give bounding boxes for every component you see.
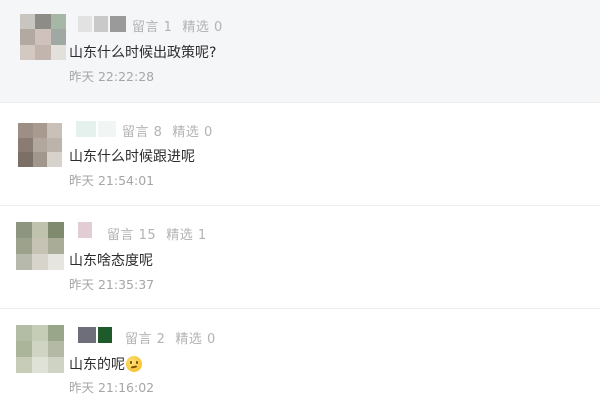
comment-item: 留言 1 精选 0 山东什么时候出政策呢? 昨天 22:22:28: [0, 0, 600, 102]
avatar[interactable]: [20, 14, 66, 60]
nickname-redacted: [78, 16, 126, 32]
comment-stats: 留言 2 精选 0: [125, 328, 216, 347]
comment-text: 山东的呢: [69, 354, 142, 374]
featured-count: 精选 1: [166, 228, 207, 243]
featured-count: 精选 0: [172, 125, 213, 140]
comment-text: 山东啥态度呢: [69, 253, 153, 269]
comment-stats: 留言 8 精选 0: [122, 121, 213, 140]
nickname-redacted: [78, 222, 92, 238]
avatar[interactable]: [18, 123, 62, 167]
comment-stats: 留言 15 精选 1: [107, 224, 207, 243]
comment-item: 留言 2 精选 0 山东的呢 昨天 21:16:02: [0, 308, 600, 407]
comment-time: 昨天 21:16:02: [69, 380, 155, 395]
avatar[interactable]: [16, 325, 64, 373]
message-count: 留言 2: [125, 332, 166, 347]
message-count: 留言 8: [122, 125, 163, 140]
comment-stats: 留言 1 精选 0: [132, 16, 223, 35]
comment-item: 留言 8 精选 0 山东什么时候跟进呢 昨天 21:54:01: [0, 102, 600, 205]
comment-text-content: 山东的呢: [69, 357, 125, 373]
nickname-redacted: [76, 121, 116, 137]
nickname-redacted: [78, 327, 112, 343]
thinking-face-icon: [126, 356, 142, 372]
message-count: 留言 1: [132, 20, 173, 35]
avatar[interactable]: [16, 222, 64, 270]
comment-text: 山东什么时候出政策呢?: [69, 45, 217, 61]
message-count: 留言 15: [107, 228, 157, 243]
featured-count: 精选 0: [182, 20, 223, 35]
comment-item: 留言 15 精选 1 山东啥态度呢 昨天 21:35:37: [0, 205, 600, 308]
comment-time: 昨天 22:22:28: [69, 69, 155, 84]
comment-time: 昨天 21:54:01: [69, 173, 155, 188]
comment-time: 昨天 21:35:37: [69, 277, 155, 292]
featured-count: 精选 0: [175, 332, 216, 347]
comment-text: 山东什么时候跟进呢: [69, 149, 195, 165]
